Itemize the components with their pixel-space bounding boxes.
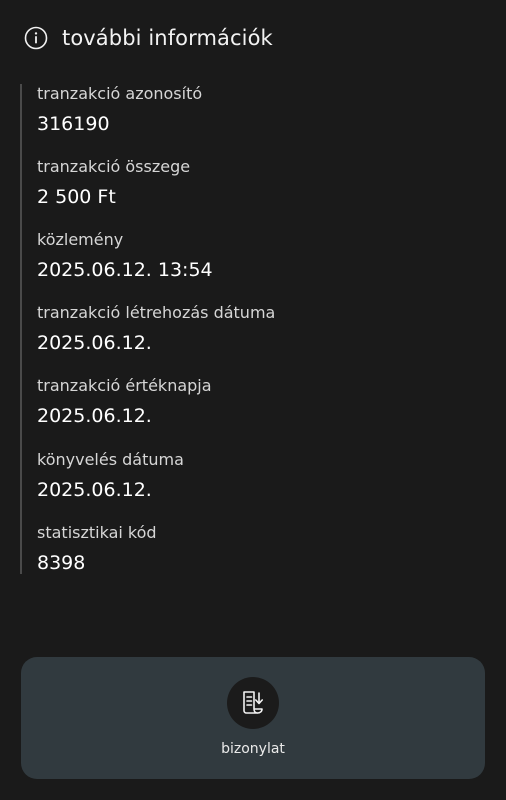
detail-label: statisztikai kód (37, 523, 157, 542)
detail-label: tranzakció értéknapja (37, 376, 212, 395)
receipt-label: bizonylat (221, 741, 285, 757)
section-title: további információk (62, 26, 273, 50)
detail-label: közlemény (37, 230, 124, 249)
details-list: tranzakció azonosító 316190 tranzakció ö… (20, 84, 462, 574)
detail-label: tranzakció azonosító (37, 84, 203, 103)
detail-label: könyvelés dátuma (37, 450, 184, 469)
info-icon (24, 26, 48, 50)
detail-item-booking-date: könyvelés dátuma 2025.06.12. (37, 450, 184, 502)
detail-value: 2025.06.12. 13:54 (37, 259, 213, 281)
section-header: további információk (24, 23, 273, 53)
detail-value: 2025.06.12. (37, 405, 152, 427)
detail-value: 2025.06.12. (37, 332, 152, 354)
detail-value: 8398 (37, 552, 86, 574)
detail-value: 316190 (37, 113, 110, 135)
receipt-button[interactable]: bizonylat (21, 657, 485, 779)
detail-item-amount: tranzakció összege 2 500 Ft (37, 157, 190, 209)
detail-label: tranzakció létrehozás dátuma (37, 303, 276, 322)
detail-value: 2025.06.12. (37, 479, 152, 501)
detail-label: tranzakció összege (37, 157, 191, 176)
detail-value: 2 500 Ft (37, 186, 116, 208)
receipt-icon-circle (227, 677, 279, 729)
detail-item-statistical-code: statisztikai kód 8398 (37, 523, 157, 575)
detail-item-comment: közlemény 2025.06.12. 13:54 (37, 230, 213, 282)
detail-item-transaction-id: tranzakció azonosító 316190 (37, 84, 202, 136)
transaction-details-screen: további információk tranzakció azonosító… (0, 0, 506, 800)
detail-item-created-date: tranzakció létrehozás dátuma 2025.06.12. (37, 303, 275, 355)
receipt-download-icon (243, 691, 264, 714)
detail-item-value-date: tranzakció értéknapja 2025.06.12. (37, 376, 212, 428)
